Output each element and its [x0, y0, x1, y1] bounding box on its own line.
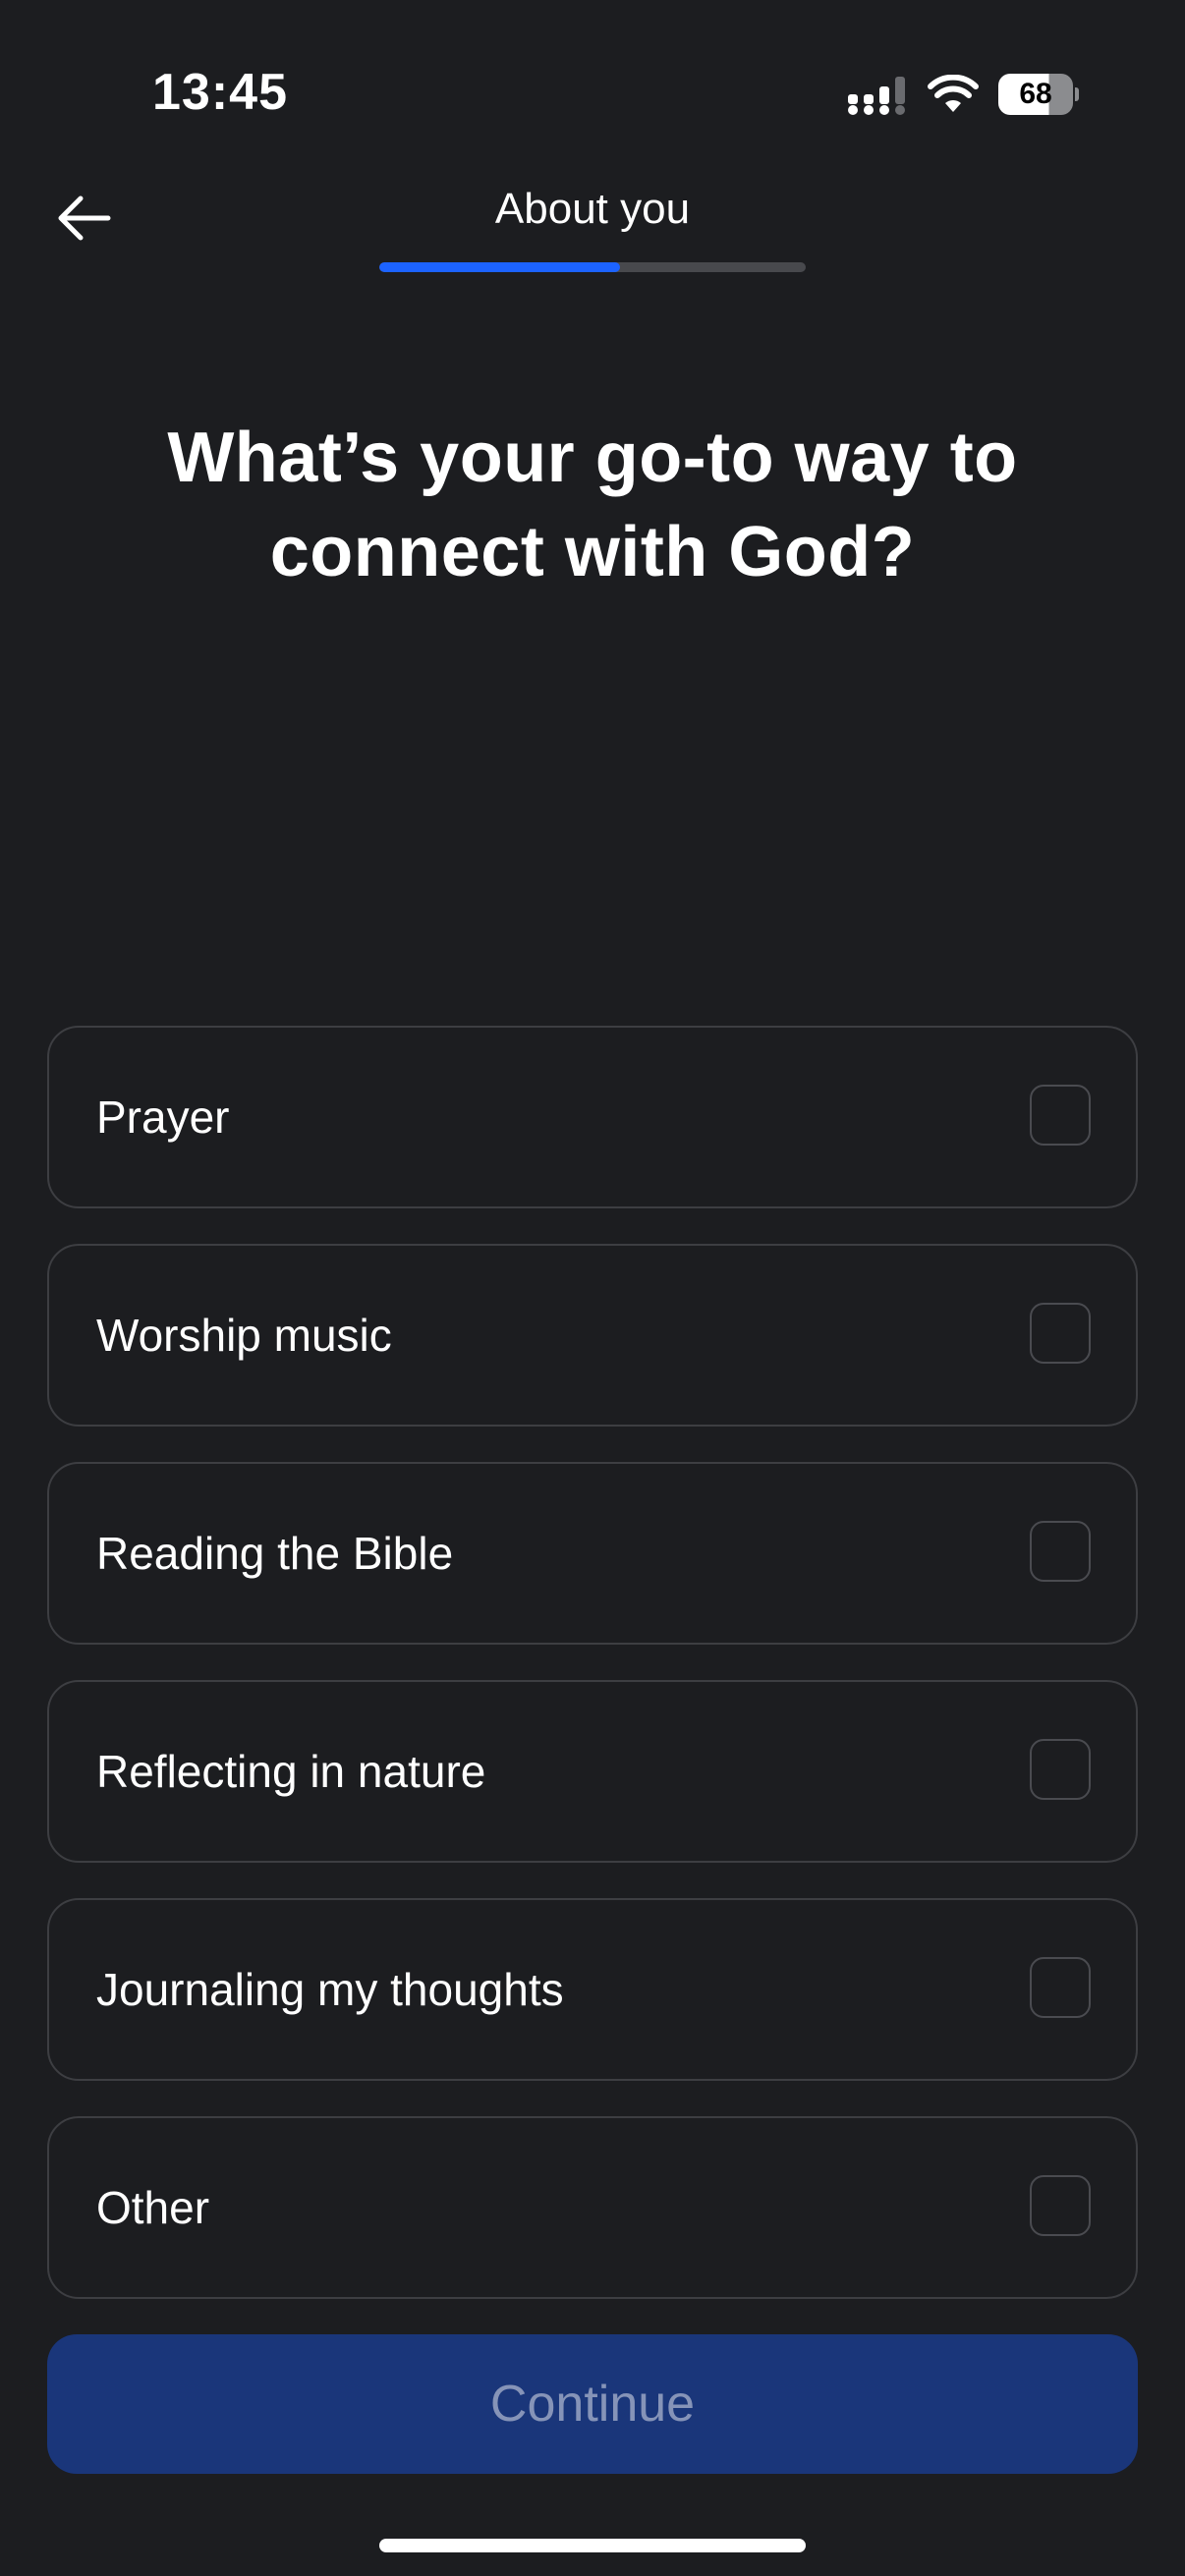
battery-level: 68 [998, 74, 1073, 115]
option-label: Prayer [96, 1092, 230, 1143]
options-list: Prayer Worship music Reading the Bible R… [47, 1026, 1138, 2334]
question-title: What’s your go-to way to connect with Go… [167, 419, 1018, 591]
status-bar: 13:45 68 [0, 0, 1185, 187]
checkbox[interactable] [1030, 1303, 1091, 1364]
option-label: Other [96, 2182, 210, 2233]
checkbox[interactable] [1030, 1085, 1091, 1146]
option-worship-music[interactable]: Worship music [47, 1244, 1138, 1427]
status-time: 13:45 [152, 64, 288, 121]
option-label: Reading the Bible [96, 1528, 454, 1579]
progress-bar [379, 262, 806, 272]
option-prayer[interactable]: Prayer [47, 1026, 1138, 1208]
battery-cap [1075, 87, 1079, 101]
option-reflecting-in-nature[interactable]: Reflecting in nature [47, 1680, 1138, 1863]
wifi-icon [928, 75, 979, 112]
option-label: Journaling my thoughts [96, 1964, 564, 2015]
continue-button[interactable]: Continue [47, 2334, 1138, 2474]
progress-fill [379, 262, 621, 272]
home-indicator[interactable] [379, 2539, 806, 2552]
option-label: Reflecting in nature [96, 1746, 486, 1797]
signal-icon [848, 77, 905, 115]
checkbox[interactable] [1030, 1739, 1091, 1800]
checkbox[interactable] [1030, 1521, 1091, 1582]
checkbox[interactable] [1030, 2175, 1091, 2236]
option-journaling-my-thoughts[interactable]: Journaling my thoughts [47, 1898, 1138, 2081]
checkbox[interactable] [1030, 1957, 1091, 2018]
option-reading-the-bible[interactable]: Reading the Bible [47, 1462, 1138, 1645]
option-label: Worship music [96, 1310, 392, 1361]
battery-icon: 68 [998, 74, 1079, 115]
option-other[interactable]: Other [47, 2116, 1138, 2299]
page-title: About you [494, 185, 691, 233]
